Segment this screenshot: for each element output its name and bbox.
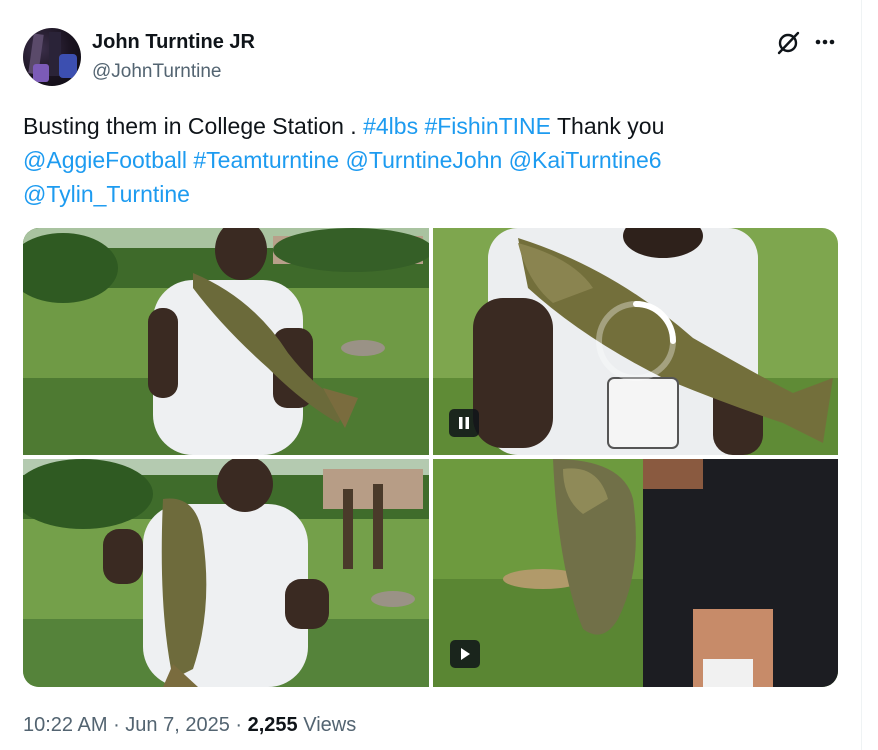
pause-button[interactable] — [449, 409, 479, 437]
loading-spinner — [596, 301, 676, 381]
mention-link[interactable]: @Tylin_Turntine — [23, 181, 190, 207]
author-display-name[interactable]: John Turntine JR — [92, 31, 255, 54]
avatar[interactable] — [23, 28, 81, 86]
views-label: Views — [297, 714, 357, 736]
media-video[interactable] — [433, 459, 838, 687]
media-video[interactable] — [433, 228, 838, 455]
tweet-time[interactable]: 10:22 AM — [23, 714, 108, 736]
media-grid — [23, 228, 838, 687]
mention-link[interactable]: @AggieFootball — [23, 147, 187, 173]
meta-separator: · — [107, 714, 126, 736]
play-icon — [461, 648, 470, 660]
tweet-article: John Turntine JR @JohnTurntine Busting t… — [0, 0, 861, 750]
tweet-segment: Thank you — [551, 113, 665, 139]
media-photo[interactable] — [23, 459, 429, 687]
tweet-text: Busting them in College Station . #4lbs … — [23, 109, 823, 211]
hashtag-link[interactable]: #Teamturntine — [193, 147, 339, 173]
hashtag-link[interactable]: #FishinTINE — [424, 113, 551, 139]
mention-link[interactable]: @TurntineJohn — [346, 147, 503, 173]
tweet-segment: Busting them in College Station . — [23, 113, 364, 139]
more-options-icon[interactable] — [811, 30, 839, 54]
mention-link[interactable]: @KaiTurntine6 — [509, 147, 662, 173]
tweet-date[interactable]: Jun 7, 2025 — [125, 714, 230, 736]
media-photo[interactable] — [23, 228, 429, 455]
author-handle[interactable]: @JohnTurntine — [92, 61, 221, 83]
hashtag-link[interactable]: #4lbs — [363, 113, 418, 139]
play-button[interactable] — [450, 640, 480, 668]
tweet-meta: 10:22 AM · Jun 7, 2025 · 2,255 Views — [23, 714, 356, 737]
meta-separator: · — [229, 714, 248, 736]
views-count: 2,255 — [247, 714, 298, 736]
grok-icon[interactable] — [775, 30, 801, 56]
column-divider — [861, 0, 862, 750]
pause-icon — [459, 417, 469, 429]
